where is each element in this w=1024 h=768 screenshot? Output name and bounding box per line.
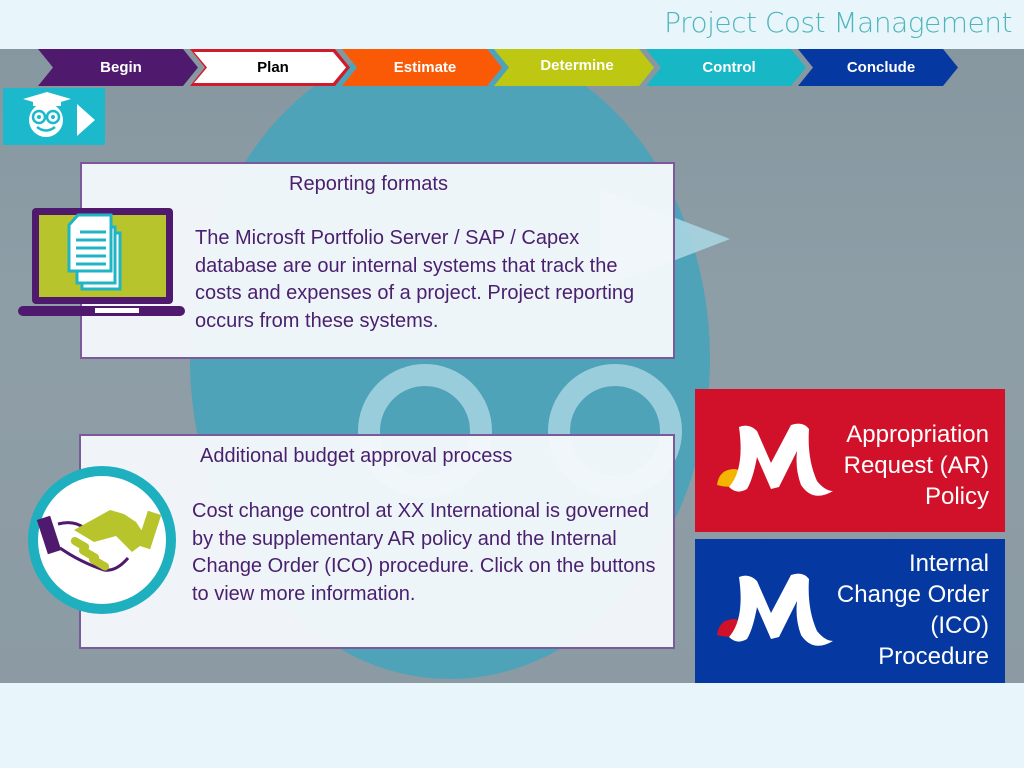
ar-policy-button[interactable]: Appropriation Request (AR) Policy — [695, 389, 1005, 532]
card-body: The Microsft Portfolio Server / SAP / Ca… — [195, 227, 635, 332]
brand-m-logo-icon — [717, 573, 833, 646]
nav-step-conclude[interactable]: Conclude — [798, 49, 958, 86]
play-arrow-icon — [77, 104, 95, 136]
page-title: Project Cost Management — [664, 6, 1012, 39]
card-title: Reporting formats — [289, 173, 448, 195]
brand-m-logo-icon — [717, 423, 833, 496]
nav-step-determine[interactable]: Determine — [494, 49, 654, 86]
tutor-play-button[interactable] — [3, 88, 105, 145]
progress-nav: Begin Plan Estimate Determine Control Co… — [38, 49, 958, 86]
handshake-icon — [28, 466, 176, 614]
ico-procedure-label: Internal Change Order (ICO) Procedure — [836, 550, 989, 670]
laptop-documents-icon — [18, 208, 185, 316]
graduate-owl-icon — [23, 92, 95, 137]
nav-step-estimate[interactable]: Estimate — [342, 49, 502, 86]
card-body: Cost change control at XX International … — [192, 500, 656, 605]
ar-policy-label: Appropriation Request (AR) Policy — [843, 421, 989, 510]
nav-step-label: Conclude — [846, 59, 916, 76]
nav-step-control[interactable]: Control — [646, 49, 806, 86]
card-title: Additional budget approval process — [200, 445, 513, 467]
nav-step-label: Begin — [100, 59, 142, 76]
nav-step-begin[interactable]: Begin — [38, 49, 198, 86]
nav-step-label: Determine — [540, 57, 614, 74]
ico-procedure-button[interactable]: Internal Change Order (ICO) Procedure — [695, 539, 1005, 683]
nav-step-label: Plan — [257, 59, 289, 76]
nav-step-plan[interactable]: Plan — [190, 49, 350, 86]
nav-step-label: Control — [702, 59, 756, 76]
nav-step-label: Estimate — [393, 59, 457, 76]
